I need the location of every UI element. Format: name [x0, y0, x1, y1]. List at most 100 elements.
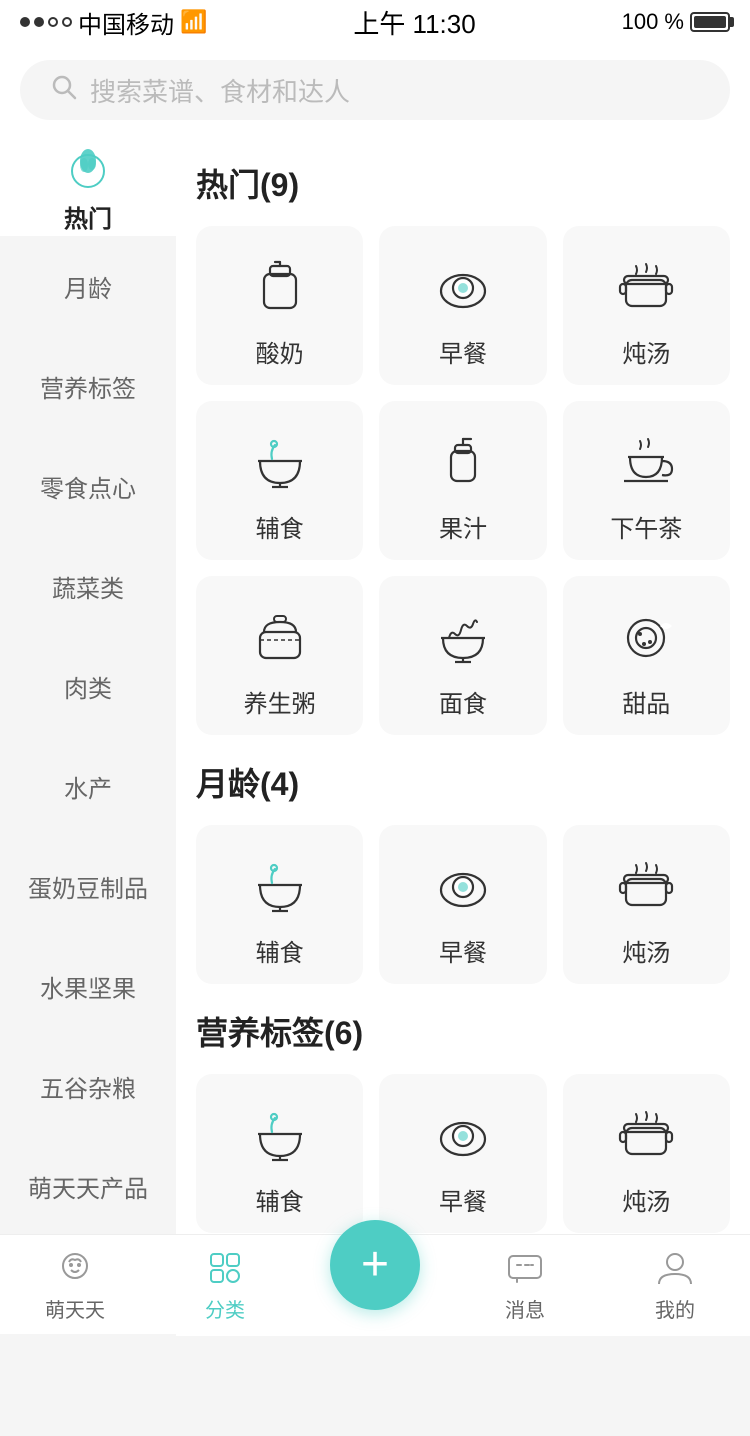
card-age-breakfast[interactable]: 早餐 — [379, 825, 546, 984]
section-nutrition-title: 营养标签(6) — [196, 1008, 730, 1054]
card-age-soup[interactable]: 炖汤 — [563, 825, 730, 984]
card-soup[interactable]: 炖汤 — [563, 226, 730, 385]
porridge-icon — [244, 600, 316, 672]
sidebar-item-seafood[interactable]: 水产 — [0, 736, 176, 836]
sidebar-label-veg: 蔬菜类 — [52, 569, 124, 604]
nav-message[interactable]: 消息 — [450, 1246, 600, 1323]
sidebar-label-meat: 肉类 — [64, 669, 112, 704]
sidebar-label-brand: 萌天天产品 — [28, 1169, 148, 1204]
card-nut-comp[interactable]: 辅食 — [196, 1074, 363, 1233]
card-breakfast[interactable]: 早餐 — [379, 226, 546, 385]
nav-category[interactable]: 分类 — [150, 1246, 300, 1323]
section-age-title: 月龄(4) — [196, 759, 730, 805]
nav-profile[interactable]: 我的 — [600, 1246, 750, 1323]
card-juice[interactable]: 果汁 — [379, 401, 546, 560]
sidebar-item-grains[interactable]: 五谷杂粮 — [0, 1036, 176, 1136]
sidebar-label-nutrition: 营养标签 — [40, 369, 136, 404]
wifi-icon: 📶 — [180, 9, 207, 35]
battery-fill — [694, 16, 726, 28]
status-bar: 中国移动 📶 上午 11:30 100 % — [0, 0, 750, 44]
card-afternoon-tea[interactable]: 下午茶 — [563, 401, 730, 560]
age-breakfast-label: 早餐 — [439, 933, 487, 968]
dessert-label: 甜品 — [622, 684, 670, 719]
age-comp-label: 辅食 — [256, 933, 304, 968]
bottom-nav: 萌天天 分类 + 消息 — [0, 1234, 750, 1334]
noodle-icon — [427, 600, 499, 672]
search-icon — [50, 73, 78, 108]
card-nut-breakfast[interactable]: 早餐 — [379, 1074, 546, 1233]
card-nut-soup[interactable]: 炖汤 — [563, 1074, 730, 1233]
juice-icon — [427, 425, 499, 497]
nav-fab-wrapper: + — [300, 1240, 450, 1330]
search-bar: 搜索菜谱、食材和达人 — [0, 44, 750, 136]
sidebar-item-meat[interactable]: 肉类 — [0, 636, 176, 736]
section-hot-title: 热门(9) — [196, 160, 730, 206]
nut-breakfast-label: 早餐 — [439, 1182, 487, 1217]
complementary-label: 辅食 — [256, 509, 304, 544]
sidebar-label-hot: 热门 — [64, 199, 112, 234]
breakfast-icon — [427, 250, 499, 322]
card-dessert[interactable]: 甜品 — [563, 576, 730, 735]
time-label: 上午 11:30 — [353, 4, 475, 41]
dot4 — [62, 17, 72, 27]
sidebar-label-seafood: 水产 — [64, 769, 112, 804]
nav-profile-label: 我的 — [655, 1294, 695, 1323]
dot2 — [34, 17, 44, 27]
card-yogurt[interactable]: 酸奶 — [196, 226, 363, 385]
search-input-field[interactable]: 搜索菜谱、食材和达人 — [20, 60, 730, 120]
battery-label: 100 % — [622, 9, 684, 35]
card-porridge[interactable]: 养生粥 — [196, 576, 363, 735]
content-area: 热门(9) 酸奶 — [176, 136, 750, 1336]
juice-label: 果汁 — [439, 509, 487, 544]
age-soup-label: 炖汤 — [622, 933, 670, 968]
hot-logo — [61, 139, 115, 193]
home-nav-icon — [53, 1246, 97, 1290]
message-nav-icon — [503, 1246, 547, 1290]
sidebar-label-fruit: 水果坚果 — [40, 969, 136, 1004]
card-noodle[interactable]: 面食 — [379, 576, 546, 735]
search-placeholder: 搜索菜谱、食材和达人 — [90, 72, 350, 109]
fab-add-button[interactable]: + — [330, 1220, 420, 1310]
sidebar-item-veg[interactable]: 蔬菜类 — [0, 536, 176, 636]
card-complementary[interactable]: 辅食 — [196, 401, 363, 560]
yogurt-icon — [244, 250, 316, 322]
bowl-icon-3 — [244, 1098, 316, 1170]
carrier-label: 中国移动 — [78, 5, 174, 40]
card-age-comp[interactable]: 辅食 — [196, 825, 363, 984]
soup-icon-3 — [610, 1098, 682, 1170]
sidebar-item-hot[interactable]: 热门 — [0, 136, 176, 236]
breakfast-label: 早餐 — [439, 334, 487, 369]
status-left: 中国移动 📶 — [20, 5, 207, 40]
sidebar-item-fruit[interactable]: 水果坚果 — [0, 936, 176, 1036]
sidebar: 热门 月龄 营养标签 零食点心 蔬菜类 肉类 水产 蛋奶豆制品 — [0, 136, 176, 1336]
dot1 — [20, 17, 30, 27]
sidebar-label-dairy: 蛋奶豆制品 — [28, 869, 148, 904]
soup-label: 炖汤 — [622, 334, 670, 369]
sidebar-label-grains: 五谷杂粮 — [40, 1069, 136, 1104]
afternoon-tea-label: 下午茶 — [610, 509, 682, 544]
dessert-icon — [610, 600, 682, 672]
nav-category-label: 分类 — [205, 1294, 245, 1323]
sidebar-label-age: 月龄 — [64, 269, 112, 304]
yogurt-label: 酸奶 — [256, 334, 304, 369]
nav-home[interactable]: 萌天天 — [0, 1246, 150, 1323]
breakfast-icon-3 — [427, 1098, 499, 1170]
noodle-label: 面食 — [439, 684, 487, 719]
sidebar-label-snack: 零食点心 — [40, 469, 136, 504]
nut-soup-label: 炖汤 — [622, 1182, 670, 1217]
bowl-icon — [244, 425, 316, 497]
sidebar-item-snack[interactable]: 零食点心 — [0, 436, 176, 536]
sidebar-item-age[interactable]: 月龄 — [0, 236, 176, 336]
nav-message-label: 消息 — [505, 1294, 545, 1323]
sidebar-item-brand[interactable]: 萌天天产品 — [0, 1136, 176, 1236]
sidebar-item-nutrition[interactable]: 营养标签 — [0, 336, 176, 436]
profile-nav-icon — [653, 1246, 697, 1290]
sidebar-item-dairy[interactable]: 蛋奶豆制品 — [0, 836, 176, 936]
soup-icon — [610, 250, 682, 322]
hot-grid: 酸奶 早餐 — [196, 226, 730, 735]
nut-comp-label: 辅食 — [256, 1182, 304, 1217]
dot3 — [48, 17, 58, 27]
main-layout: 热门 月龄 营养标签 零食点心 蔬菜类 肉类 水产 蛋奶豆制品 — [0, 136, 750, 1336]
category-nav-icon — [203, 1246, 247, 1290]
soup-icon-2 — [610, 849, 682, 921]
